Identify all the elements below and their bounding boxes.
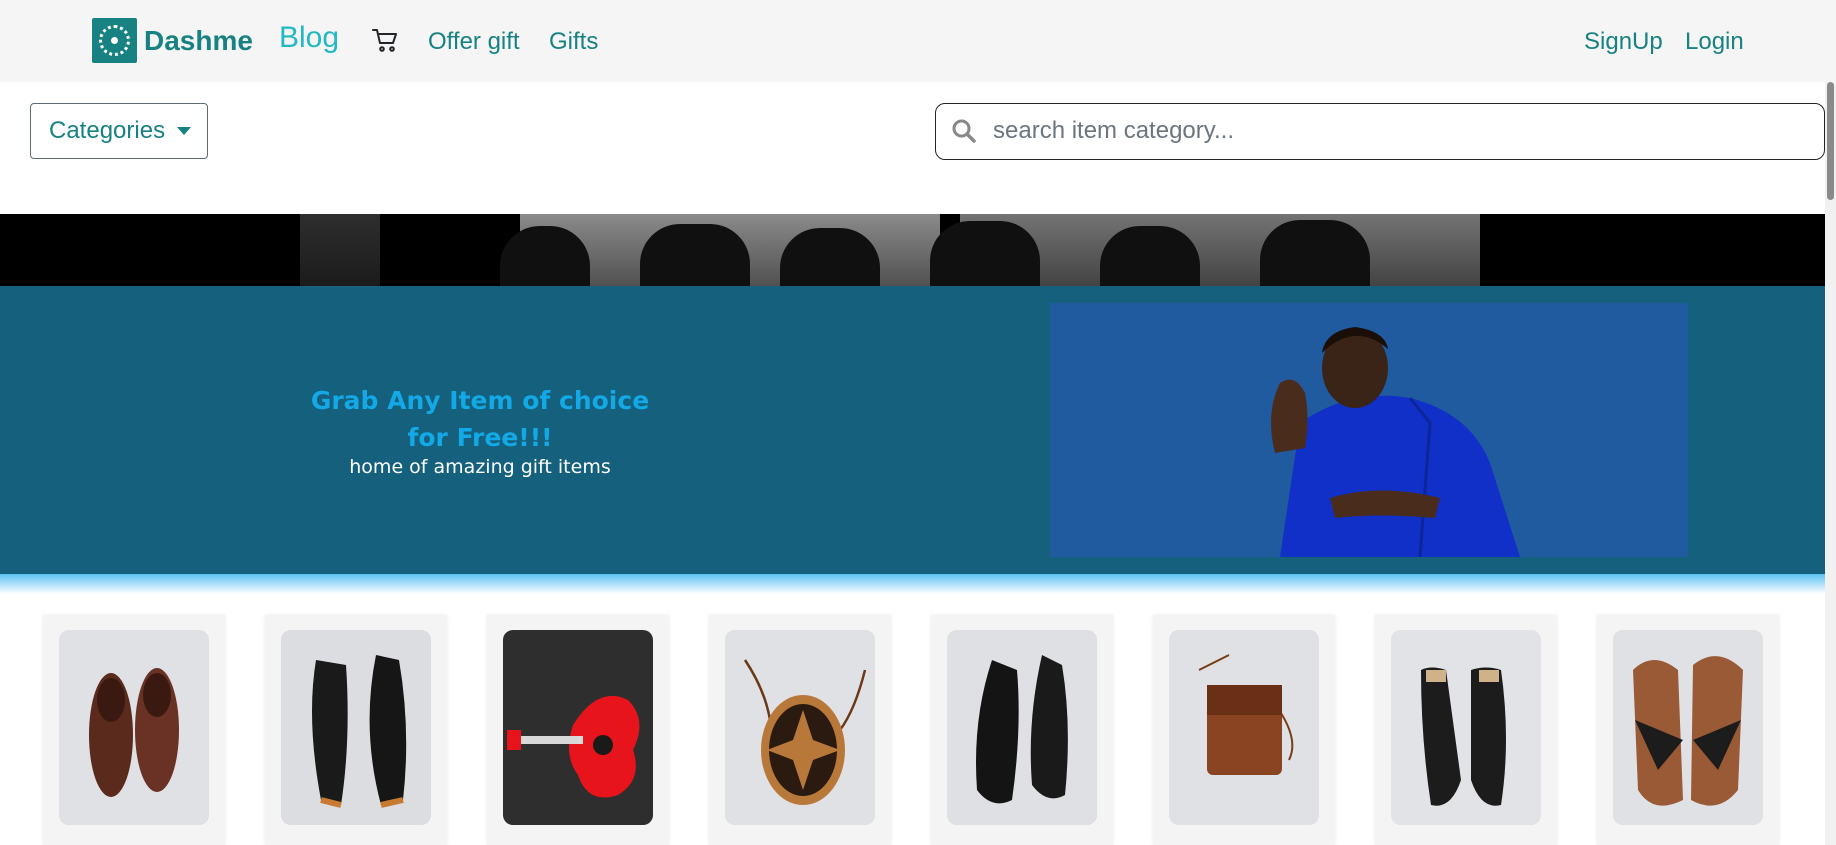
brand-name: Dashme (144, 24, 253, 56)
nav-offer-gift-link[interactable]: Offer gift (428, 28, 520, 56)
product-card[interactable] (487, 615, 669, 845)
product-card[interactable] (1597, 615, 1779, 845)
search-input[interactable] (993, 114, 1793, 148)
product-image (503, 630, 653, 825)
product-grid (43, 615, 1813, 845)
product-image (947, 630, 1097, 825)
dashme-logo-icon (92, 18, 137, 63)
nav-signup-link[interactable]: SignUp (1584, 28, 1663, 56)
vertical-scrollbar[interactable] (1825, 82, 1836, 845)
product-image (1613, 630, 1763, 825)
categories-dropdown-button[interactable]: Categories (30, 103, 208, 159)
product-card[interactable] (265, 615, 447, 845)
product-card[interactable] (1153, 615, 1335, 845)
hero-banner: Grab Any Item of choice for Free!!! home… (0, 286, 1825, 574)
brand-link[interactable]: Dashme (92, 18, 253, 63)
search-icon (951, 118, 977, 144)
nav-gifts-link[interactable]: Gifts (549, 28, 598, 56)
product-image (1169, 630, 1319, 825)
product-card[interactable] (43, 615, 225, 845)
search-box (935, 103, 1825, 160)
nav-blog-link[interactable]: Blog (279, 21, 339, 55)
caret-down-icon (177, 127, 192, 135)
hero-divider (0, 574, 1825, 594)
product-card[interactable] (709, 615, 891, 845)
hero-image (1050, 303, 1688, 557)
product-card[interactable] (1375, 615, 1557, 845)
nav-login-link[interactable]: Login (1685, 28, 1744, 56)
navbar: Dashme Blog Offer gift Gifts SignUp Logi… (0, 0, 1836, 82)
categories-label: Categories (49, 117, 166, 144)
hero-title: Grab Any Item of choice for Free!!! (310, 386, 650, 452)
cart-icon[interactable] (371, 26, 399, 54)
hero-subtitle: home of amazing gift items (349, 456, 611, 478)
banner-photo-strip (0, 214, 1825, 286)
product-card[interactable] (931, 615, 1113, 845)
product-image (59, 630, 209, 825)
scrollbar-thumb[interactable] (1827, 82, 1834, 200)
product-image (1391, 630, 1541, 825)
product-image (725, 630, 875, 825)
product-image (281, 630, 431, 825)
